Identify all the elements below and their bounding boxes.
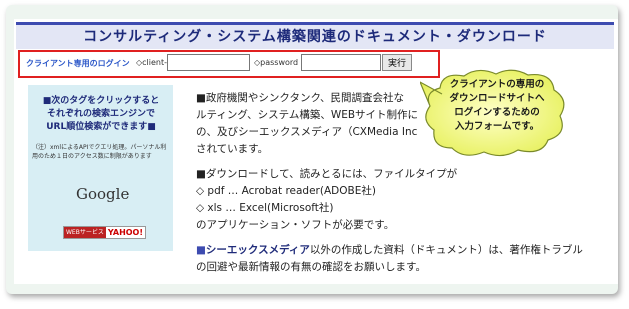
copyright-bullet: ■ <box>196 244 206 256</box>
intro-line-1: ■政府機関やシンクタンク、民間調査会社な <box>196 92 405 104</box>
sidebar-line-1: ■次のタグをクリックすると <box>42 96 160 106</box>
yahoo-badge-left: WEBサービス <box>64 227 106 238</box>
req-line-3: ◇ xls … Excel(Microsoft社) <box>196 202 334 214</box>
req-line-2: ◇ pdf … Acrobat reader(ADOBE社) <box>196 185 376 197</box>
req-line-4: のアプリケーション・ソフトが必要です。 <box>196 219 395 231</box>
sidebar-line-3: URL順位検索ができます■ <box>46 122 156 132</box>
page-title: コンサルティング・システム構築関連のドキュメント・ダウンロード <box>83 29 547 45</box>
yahoo-badge-right: YAHOO! <box>105 227 146 238</box>
submit-button[interactable]: 実行 <box>382 54 412 71</box>
intro-line-2: ルティング、システム構築、WEBサイト制作に <box>196 109 419 121</box>
copyright-line-2: の回避や最新情報の有無の確認をお願いします。 <box>196 261 426 273</box>
login-label: クライアント専用のログイン <box>26 59 130 68</box>
req-line-1: ■ダウンロードして、読みとるには、ファイルタイプが <box>196 168 458 180</box>
intro-line-4: されています。 <box>196 143 269 155</box>
paragraph-requirements: ■ダウンロードして、読みとるには、ファイルタイプが ◇ pdf … Acroba… <box>196 166 591 234</box>
sidebar-heading: ■次のタグをクリックすると それぞれの検索エンジンで URL順位検索ができます■ <box>36 95 166 134</box>
login-form: クライアント専用のログイン ◇client-ID ◇password 実行 <box>18 50 440 78</box>
callout-line-2: ダウンロードサイトへ <box>449 93 545 104</box>
title-bar: コンサルティング・システム構築関連のドキュメント・ダウンロード <box>16 22 614 49</box>
copyright-line-1: 以外の作成した資料（ドキュメント）は、著作権トラブル <box>309 244 583 256</box>
sidebar-note: （注）xmlによるAPIでクエリ処理。パーソナル利用のため１日のアクセス数に制限… <box>32 144 167 160</box>
search-sidebar: ■次のタグをクリックすると それぞれの検索エンジンで URL順位検索ができます■… <box>28 85 173 251</box>
sidebar-line-2: それぞれの検索エンジンで <box>46 109 155 119</box>
callout-line-1: クライアントの専用の <box>449 79 545 90</box>
callout-line-3: ログインするための <box>454 107 540 118</box>
password-input[interactable] <box>301 54 381 71</box>
callout-text: クライアントの専用の ダウンロードサイトへ ログインするための 入力フォームです… <box>428 78 566 134</box>
password-label: ◇password <box>254 58 299 67</box>
google-search-link[interactable]: Google <box>76 185 129 203</box>
intro-line-3: の、及びシーエックスメディア（CXMedia Inc <box>196 126 418 138</box>
paragraph-copyright: ■シーエックスメディア以外の作成した資料（ドキュメント）は、著作権トラブル の回… <box>196 242 591 276</box>
copyright-company: シーエックスメディア <box>205 244 310 256</box>
callout-line-4: 入力フォームです。 <box>454 121 540 132</box>
yahoo-search-link[interactable]: WEBサービス YAHOO! <box>63 226 147 239</box>
client-id-input[interactable] <box>167 54 250 71</box>
